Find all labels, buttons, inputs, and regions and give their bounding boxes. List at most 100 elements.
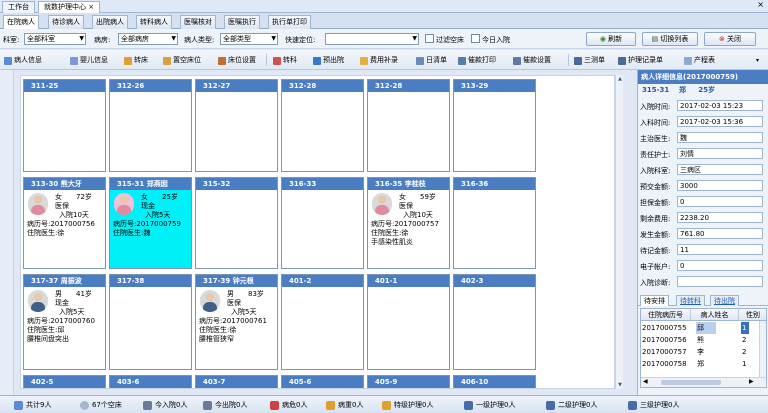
bed-card[interactable]: 316-35 李桂枝 女 59岁 医保 入院10天 病历号:2017000757… bbox=[367, 177, 450, 269]
bed-card[interactable]: 316-36 bbox=[453, 177, 536, 269]
bed-number: 405-6 bbox=[282, 376, 363, 388]
dunning-print-button[interactable]: 催款打印 bbox=[458, 54, 496, 67]
tab-workbench[interactable]: 工作台 bbox=[2, 1, 35, 13]
close-icon[interactable]: × bbox=[757, 0, 764, 9]
nursing-record-button[interactable]: 护理记录单 bbox=[618, 54, 663, 67]
bed-card[interactable]: 406-10 bbox=[453, 375, 536, 388]
tab-inpatients[interactable]: 在院病人 bbox=[3, 15, 39, 30]
bed-card[interactable]: 401-2 bbox=[281, 274, 364, 370]
empty-bed-button[interactable]: 置空床位 bbox=[163, 54, 201, 67]
record-number: 病历号:2017000761 bbox=[199, 317, 267, 325]
table-row[interactable]: 2017000756 熊 2 bbox=[641, 334, 766, 346]
admit-days: 入院5天 bbox=[59, 308, 85, 316]
bed-card[interactable]: 317-38 bbox=[109, 274, 192, 370]
tab-pending-discharge[interactable]: 待出院 bbox=[710, 295, 739, 306]
bed-number: 311-25 bbox=[24, 80, 105, 92]
bed-card[interactable]: 403-7 bbox=[195, 375, 278, 388]
scroll-thumb[interactable] bbox=[661, 380, 721, 385]
tab-pending-transfer[interactable]: 待转科 bbox=[676, 295, 705, 306]
daily-list-button[interactable]: 日清单 bbox=[416, 54, 447, 67]
tab-order-check[interactable]: 医嘱核对 bbox=[180, 15, 216, 29]
dept-select[interactable]: 全部科室 ▼ bbox=[24, 33, 86, 45]
scroll-up-icon[interactable]: ▲ bbox=[616, 75, 624, 83]
status-admit-text: 今入院0人 bbox=[155, 401, 188, 409]
close-icon[interactable]: × bbox=[88, 3, 94, 11]
table-row[interactable]: 2017000757 李 2 bbox=[641, 346, 766, 358]
table-hscrollbar[interactable]: ◀ ▶ bbox=[641, 377, 766, 387]
dunning-setting-button[interactable]: 催款设置 bbox=[513, 54, 551, 67]
tab-transfer[interactable]: 转科病人 bbox=[136, 15, 172, 29]
diagnosis: 手感染性肌炎 bbox=[371, 238, 413, 246]
print-icon bbox=[458, 56, 466, 65]
bed-card[interactable]: 316-33 bbox=[281, 177, 364, 269]
transfer-bed-button[interactable]: 转床 bbox=[124, 54, 148, 67]
fee-supplement-button[interactable]: 费用补录 bbox=[360, 54, 398, 67]
tab-discharged[interactable]: 出院病人 bbox=[92, 15, 128, 29]
baby-info-button[interactable]: 婴儿信息 bbox=[70, 54, 108, 67]
column-header[interactable]: 住院病历号 bbox=[641, 309, 691, 321]
column-header[interactable]: 性别 bbox=[739, 309, 766, 321]
pre-discharge-button[interactable]: 预出院 bbox=[313, 54, 344, 67]
scroll-right-icon[interactable]: ▶ bbox=[749, 378, 754, 385]
bed-card[interactable]: 402-5 bbox=[23, 375, 106, 388]
bed-card[interactable]: 403-6 bbox=[109, 375, 192, 388]
tab-pending-arrange[interactable]: 待安排 bbox=[640, 295, 669, 306]
ward-select[interactable]: 全部病房 ▼ bbox=[118, 33, 178, 45]
bed-card[interactable]: 402-3 bbox=[453, 274, 536, 370]
bed-card[interactable]: 401-1 bbox=[367, 274, 450, 370]
bed-card[interactable]: 317-39 钟元根 男 83岁 医保 入院5天 病历号:2017000761 … bbox=[195, 274, 278, 370]
bed-card[interactable]: 317-37 周振波 男 41岁 现金 入院5天 病历号:2017000760 … bbox=[23, 274, 106, 370]
bed-card[interactable]: 311-25 bbox=[23, 79, 106, 172]
switch-list-button[interactable]: ▤ 切换列表 bbox=[642, 32, 698, 46]
table-row[interactable]: 2017000758 郑 1 bbox=[641, 358, 766, 370]
chevron-down-icon: ▾ bbox=[756, 57, 760, 64]
bed-card[interactable]: 312-26 bbox=[109, 79, 192, 172]
tab-waiting[interactable]: 待诊病人 bbox=[48, 15, 84, 29]
bed-setting-label: 床位设置 bbox=[228, 56, 256, 64]
bed-card-selected[interactable]: 315-31 郑燕囡 女 25岁 现金 入院5天 病历号:2017000759 … bbox=[109, 177, 192, 269]
tab-order-exec[interactable]: 医嘱执行 bbox=[224, 15, 260, 29]
today-admit-checkbox[interactable] bbox=[471, 34, 480, 43]
bed-card[interactable]: 405-6 bbox=[281, 375, 364, 388]
left-splitter[interactable] bbox=[0, 70, 14, 395]
detail-label: 入科时间: bbox=[640, 119, 671, 127]
refresh-button[interactable]: ◉ 刷新 bbox=[586, 32, 636, 46]
transfer-dept-button[interactable]: 转科 bbox=[273, 54, 297, 67]
grid-scrollbar[interactable]: ▲ ▼ bbox=[615, 75, 623, 389]
bed-number: 317-37 周振波 bbox=[24, 275, 105, 287]
table-row[interactable]: 2017000755 邱 1 bbox=[641, 322, 766, 334]
scroll-left-icon[interactable]: ◀ bbox=[643, 378, 648, 385]
bed-card[interactable]: 315-32 bbox=[195, 177, 278, 269]
detail-title: 病人详细信息(2017000759) bbox=[638, 70, 768, 84]
more-button[interactable]: ▾ bbox=[756, 54, 759, 67]
bed-card[interactable]: 312-28 bbox=[367, 79, 450, 172]
status-serious: 病重0人 bbox=[326, 400, 363, 411]
bed-card[interactable]: 405-9 bbox=[367, 375, 450, 388]
bed-setting-button[interactable]: 床位设置 bbox=[218, 54, 256, 67]
close-button[interactable]: ⊗ 关闭 bbox=[704, 32, 756, 46]
bed-card[interactable]: 313-29 bbox=[453, 79, 536, 172]
vital-chart-button[interactable]: 三测单 bbox=[574, 54, 605, 67]
close-label: 关闭 bbox=[727, 35, 742, 43]
scroll-down-icon[interactable]: ▼ bbox=[616, 381, 624, 389]
tab-nursing-center[interactable]: 就数护理中心 × bbox=[38, 1, 101, 13]
column-header[interactable]: 病人姓名 bbox=[691, 309, 739, 321]
status-level3-text: 三级护理0人 bbox=[640, 401, 680, 409]
female-avatar-icon bbox=[114, 193, 134, 215]
patient-info-button[interactable]: 病人信息 bbox=[4, 54, 42, 67]
status-empty-beds: 67个空床 bbox=[80, 400, 122, 411]
bed-body: 男 83岁 医保 入院5天 病历号:2017000761 住院医生:徐 腰椎管狭… bbox=[196, 287, 277, 369]
bed-card[interactable]: 312-27 bbox=[195, 79, 278, 172]
labor-chart-button[interactable]: 产程表 bbox=[684, 54, 715, 67]
serious-icon bbox=[326, 401, 335, 410]
bed-card[interactable]: 312-28 bbox=[281, 79, 364, 172]
filter-bar: 科室: 全部科室 ▼ 病房: 全部病房 ▼ 病人类型: 全部类型 ▼ 快速定位: ▼ … bbox=[0, 29, 768, 49]
detail-label: 入院时间: bbox=[640, 103, 671, 111]
filter-empty-checkbox[interactable] bbox=[425, 34, 434, 43]
tab-exec-print[interactable]: 执行单打印 bbox=[268, 15, 311, 29]
bed-card[interactable]: 313-30 熊大牙 女 72岁 医保 入院10天 病历号:2017000756… bbox=[23, 177, 106, 269]
detail-value: 三病区 bbox=[677, 164, 763, 175]
locate-select[interactable]: ▼ bbox=[325, 33, 419, 45]
table-scrollbar[interactable] bbox=[759, 321, 766, 377]
type-select[interactable]: 全部类型 ▼ bbox=[220, 33, 278, 45]
